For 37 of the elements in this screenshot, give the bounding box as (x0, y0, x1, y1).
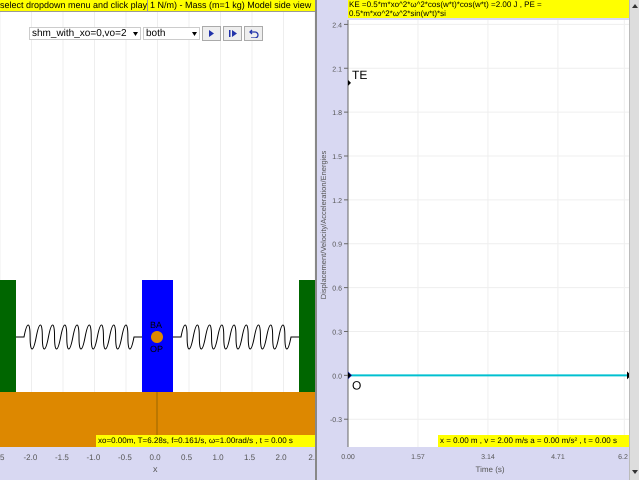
mass-label: BA (150, 320, 162, 330)
caret-icon (192, 32, 197, 36)
scroll-up-icon (632, 4, 638, 8)
scroll-down-icon (632, 470, 638, 474)
x-tick-label: 0.0 (150, 452, 161, 464)
marker-icon (348, 80, 351, 86)
series-label: TE (352, 68, 368, 82)
scenario-select[interactable]: shm_with_xo=0,vo=2 (29, 27, 141, 40)
x-tick-label: 5 (0, 452, 4, 464)
mass-label: OP (150, 344, 164, 354)
undo-icon (248, 29, 258, 38)
x-tick-label: -2.0 (24, 452, 38, 464)
display-select[interactable]: both (143, 27, 200, 40)
play-button[interactable] (202, 26, 221, 41)
header-bar: KE =0.5*m*xo^2*ω^2*cos(w*t)*cos(w*t) =2.00 J , PE = 0.5*m*xo^2*ω^2*sin(w*t)*si (348, 0, 631, 18)
series-label: O (352, 378, 362, 392)
status-bar: xo=0.00m, T=6.28s, f=0.161/s, ω=1.00rad/s , t = 0.00 s (96, 435, 315, 447)
scrollbar[interactable] (629, 0, 639, 480)
x-tick-label: -1.0 (86, 452, 100, 464)
status-bar: x = 0.00 m , v = 2.00 m/s a = 0.00 m/s² , t = 0.00 s (438, 435, 631, 447)
x-axis-label: x (153, 463, 158, 476)
step-button[interactable] (223, 26, 242, 41)
x-tick-label: 1.5 (244, 452, 256, 464)
caret-icon (133, 32, 138, 36)
x-tick-label: 1.0 (212, 452, 224, 464)
reset-button[interactable] (244, 26, 263, 41)
play-icon (209, 30, 214, 37)
x-tick-label: -1.5 (55, 452, 69, 464)
x-tick-label: 0.5 (181, 452, 192, 464)
x-axis-label: Time (s) (475, 465, 505, 474)
x-tick-label: -0.5 (118, 452, 132, 464)
model-title: 1 N/m) - Mass (m=1 kg) Model side view (149, 0, 312, 11)
x-tick-label: 2. (308, 452, 315, 464)
ball (151, 331, 163, 343)
x-tick-label: 2.0 (276, 452, 287, 464)
instruction-text: select dropdown menu and click play (0, 0, 148, 11)
step-icon (228, 30, 236, 37)
